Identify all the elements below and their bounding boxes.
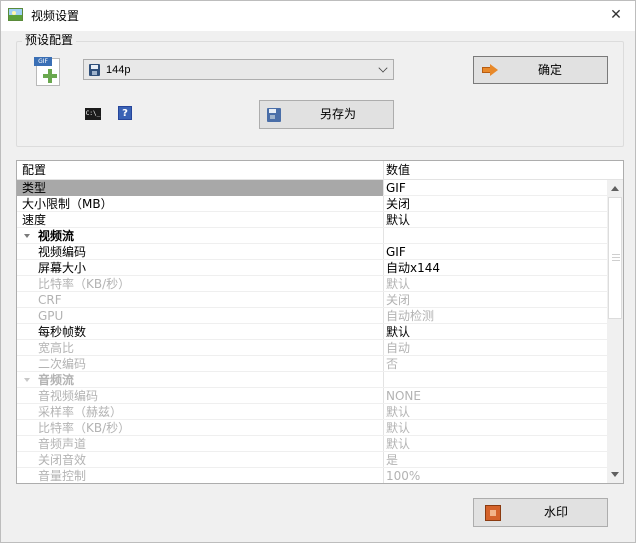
chevron-down-icon[interactable]: [378, 63, 388, 73]
help-icon[interactable]: ?: [118, 106, 132, 120]
property-value: 关闭: [386, 293, 411, 307]
property-key: 大小限制（MB）: [22, 197, 113, 211]
property-row: 音量控制 100%: [17, 468, 607, 483]
gif-format-icon: GIF: [34, 57, 60, 86]
property-key: 音量控制: [38, 469, 87, 483]
property-key: 二次编码: [38, 357, 87, 371]
header-value: 数值: [386, 163, 411, 177]
property-value: NONE: [386, 389, 421, 403]
property-row: GPU 自动检测: [17, 308, 607, 324]
watermark-label: 水印: [544, 505, 569, 519]
property-row: 音视频编码 NONE: [17, 388, 607, 404]
property-row: 宽高比 自动: [17, 340, 607, 356]
property-value: 自动检测: [386, 309, 435, 323]
property-row[interactable]: 类型 GIF: [17, 180, 607, 196]
property-value: 默认: [386, 277, 411, 291]
floppy-disk-icon: [89, 64, 100, 76]
property-row[interactable]: 大小限制（MB） 关闭: [17, 196, 607, 212]
gif-tag: GIF: [34, 57, 52, 66]
property-row: 比特率（KB/秒） 默认: [17, 276, 607, 292]
property-key: 音视频编码: [38, 389, 99, 403]
plus-icon: [43, 69, 57, 83]
title-bar: 视频设置 ✕: [1, 1, 635, 31]
property-row[interactable]: 每秒帧数 默认: [17, 324, 607, 340]
property-key: 速度: [22, 213, 47, 227]
property-value[interactable]: 自动x144: [386, 260, 440, 276]
arrow-right-icon: [482, 64, 498, 76]
property-value: 默认: [386, 405, 411, 419]
property-key: 宽高比: [38, 341, 75, 355]
property-value: 默认: [386, 421, 411, 435]
section-row: 音频流: [17, 372, 607, 388]
selection-highlight: [17, 180, 383, 196]
vertical-scrollbar[interactable]: [607, 180, 623, 483]
grid-rows: 类型 GIF 大小限制（MB） 关闭 速度 默认 视频流 视频编码 GIF 屏幕大小 自动x144 比…: [17, 180, 607, 483]
property-key: 音频声道: [38, 437, 87, 451]
save-floppy-icon: [267, 108, 281, 122]
property-key: 比特率（KB/秒）: [38, 421, 131, 435]
property-value[interactable]: 默认: [386, 212, 410, 228]
property-value[interactable]: 关闭: [386, 196, 410, 212]
collapse-triangle-icon[interactable]: [24, 234, 30, 238]
watermark-button[interactable]: 水印: [473, 498, 608, 527]
save-as-button[interactable]: 另存为: [259, 100, 394, 129]
property-value: 自动: [386, 341, 411, 355]
app-image-icon: [8, 8, 23, 21]
property-value: 100%: [386, 469, 421, 483]
window-title: 视频设置: [31, 9, 80, 23]
property-value[interactable]: GIF: [386, 244, 406, 260]
property-key: 类型: [22, 181, 47, 195]
property-value: 是: [386, 453, 399, 467]
close-button[interactable]: ✕: [609, 6, 623, 24]
confirm-label: 确定: [538, 63, 563, 77]
property-key: 屏幕大小: [38, 261, 87, 275]
property-row: 比特率（KB/秒） 默认: [17, 420, 607, 436]
property-key: 比特率（KB/秒）: [38, 277, 131, 291]
video-settings-window: 视频设置 ✕ 预设配置 GIF 144p 确定 C:\_ ? 另存为 配置 数值…: [0, 0, 636, 543]
property-row: 音频声道 默认: [17, 436, 607, 452]
property-key: 每秒帧数: [38, 325, 87, 339]
property-key: 采样率（赫兹）: [38, 405, 123, 419]
property-key: 视频流: [38, 229, 75, 243]
property-value: 否: [386, 357, 399, 371]
confirm-button[interactable]: 确定: [473, 56, 608, 84]
property-row: 关闭音效 是: [17, 452, 607, 468]
preset-group-label: 预设配置: [22, 32, 77, 48]
command-prompt-icon[interactable]: C:\_: [85, 108, 101, 120]
property-value[interactable]: GIF: [386, 180, 406, 196]
property-row: 二次编码 否: [17, 356, 607, 372]
property-row: CRF 关闭: [17, 292, 607, 308]
property-key: GPU: [38, 309, 64, 323]
property-grid: 配置 数值 类型 GIF 大小限制（MB） 关闭 速度 默认 视频流 视频编码 GIF 屏幕大小自…: [16, 160, 624, 484]
save-as-label: 另存为: [320, 107, 357, 121]
property-key: 视频编码: [38, 245, 87, 259]
property-row: 采样率（赫兹） 默认: [17, 404, 607, 420]
property-value[interactable]: 默认: [386, 324, 410, 340]
grid-header: 配置 数值: [17, 161, 623, 180]
preset-dropdown[interactable]: 144p: [83, 59, 394, 80]
scroll-up-arrow-icon[interactable]: [607, 180, 623, 197]
section-row[interactable]: 视频流: [17, 228, 607, 244]
watermark-icon: [485, 505, 501, 521]
property-key: CRF: [38, 293, 62, 307]
property-key: 音频流: [38, 373, 75, 387]
property-row[interactable]: 屏幕大小 自动x144: [17, 260, 607, 276]
header-config: 配置: [22, 163, 47, 177]
scroll-down-arrow-icon[interactable]: [607, 466, 623, 483]
property-row[interactable]: 视频编码 GIF: [17, 244, 607, 260]
property-row[interactable]: 速度 默认: [17, 212, 607, 228]
collapse-triangle-icon[interactable]: [24, 378, 30, 382]
scroll-thumb[interactable]: [608, 197, 622, 319]
property-value: 默认: [386, 437, 411, 451]
preset-selected-value: 144p: [106, 64, 131, 76]
property-key: 关闭音效: [38, 453, 87, 467]
